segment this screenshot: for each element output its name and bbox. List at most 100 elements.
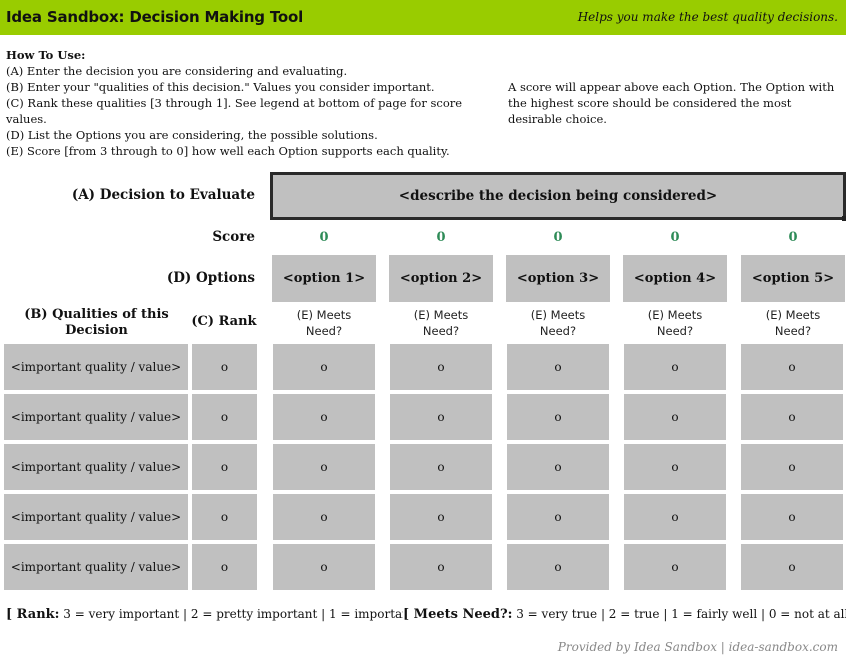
meets-need-value: o xyxy=(437,360,445,374)
meets-need-value: o xyxy=(437,410,445,424)
quality-input[interactable]: <important quality / value> xyxy=(4,544,188,590)
step-c: (C) Rank these qualities [3 through 1]. … xyxy=(6,96,463,126)
rank-value: o xyxy=(220,460,229,474)
options-label: (D) Options xyxy=(166,270,255,286)
meets-need-input[interactable]: o xyxy=(507,494,609,540)
meets-need-value: o xyxy=(671,510,679,524)
meets-need-input[interactable]: o xyxy=(741,444,843,490)
option-input-1[interactable]: <option 1> xyxy=(272,255,376,302)
option-score: 0 xyxy=(553,230,563,245)
meets-need-value: o xyxy=(320,560,328,574)
rank-value: o xyxy=(220,410,229,424)
meets-need-value: o xyxy=(788,560,796,574)
meets-need-value: o xyxy=(320,360,328,374)
rank-input[interactable]: o xyxy=(192,494,257,540)
meets-need-input[interactable]: o xyxy=(624,494,726,540)
rank-input[interactable]: o xyxy=(192,444,257,490)
meets-need-header: (E) Meets Need? xyxy=(765,308,821,338)
meets-need-input[interactable]: o xyxy=(624,394,726,440)
option-input-2[interactable]: <option 2> xyxy=(389,255,493,302)
rank-legend-text: 3 = very important | 2 = pretty importan… xyxy=(63,607,424,621)
rank-input[interactable]: o xyxy=(192,544,257,590)
meets-need-value: o xyxy=(320,460,328,474)
meets-need-value: o xyxy=(788,410,796,424)
score-label: Score xyxy=(212,229,255,245)
quality-input[interactable]: <important quality / value> xyxy=(4,394,188,440)
meets-need-value: o xyxy=(671,460,679,474)
decision-input[interactable]: <describe the decision being considered> xyxy=(270,172,846,221)
meets-need-value: o xyxy=(671,410,679,424)
score-note: A score will appear above each Option. T… xyxy=(508,80,835,126)
rank-input[interactable]: o xyxy=(192,344,257,390)
meets-need-input[interactable]: o xyxy=(390,344,492,390)
meets-need-input[interactable]: o xyxy=(507,544,609,590)
meets-need-header: (E) Meets Need? xyxy=(413,308,469,338)
cell-resize-handle[interactable] xyxy=(842,216,846,221)
decision-label: (A) Decision to Evaluate xyxy=(71,187,255,203)
meets-legend-text: 3 = very true | 2 = true | 1 = fairly we… xyxy=(516,607,846,621)
meets-need-input[interactable]: o xyxy=(390,394,492,440)
meets-legend: [ Meets Need?: 3 = very true | 2 = true … xyxy=(403,607,846,622)
rank-header: (C) Rank xyxy=(191,314,257,329)
meets-need-header: (E) Meets Need? xyxy=(296,308,352,338)
how-to-heading: How To Use: xyxy=(6,48,86,62)
meets-need-value: o xyxy=(554,510,562,524)
meets-need-input[interactable]: o xyxy=(741,394,843,440)
step-a: (A) Enter the decision you are consideri… xyxy=(6,64,348,78)
meets-need-value: o xyxy=(788,360,796,374)
quality-input[interactable]: <important quality / value> xyxy=(4,444,188,490)
meets-need-value: o xyxy=(671,360,679,374)
meets-need-value: o xyxy=(320,410,328,424)
option-score: 0 xyxy=(670,230,680,245)
option-input-3[interactable]: <option 3> xyxy=(506,255,610,302)
meets-need-input[interactable]: o xyxy=(507,344,609,390)
meets-need-input[interactable]: o xyxy=(741,544,843,590)
how-to-use: How To Use: (A) Enter the decision you a… xyxy=(6,47,476,159)
meets-need-input[interactable]: o xyxy=(624,444,726,490)
meets-need-value: o xyxy=(554,460,562,474)
meets-need-value: o xyxy=(320,510,328,524)
option-score: 0 xyxy=(319,230,329,245)
meets-need-input[interactable]: o xyxy=(624,344,726,390)
meets-need-value: o xyxy=(671,560,679,574)
footer-credit: Provided by Idea Sandbox | idea-sandbox.… xyxy=(557,640,838,654)
meets-need-input[interactable]: o xyxy=(390,444,492,490)
meets-need-value: o xyxy=(554,360,562,374)
meets-need-header: (E) Meets Need? xyxy=(647,308,703,338)
rank-value: o xyxy=(220,360,229,374)
meets-need-input[interactable]: o xyxy=(390,494,492,540)
meets-need-input[interactable]: o xyxy=(273,344,375,390)
meets-need-value: o xyxy=(437,460,445,474)
step-b: (B) Enter your "qualities of this decisi… xyxy=(6,80,435,94)
meets-need-input[interactable]: o xyxy=(273,544,375,590)
step-e: (E) Score [from 3 through to 0] how well… xyxy=(6,144,450,158)
qualities-header: (B) Qualities of this Decision xyxy=(24,307,169,338)
meets-need-value: o xyxy=(554,560,562,574)
rank-value: o xyxy=(220,560,229,574)
decision-tool-page: Idea Sandbox: Decision Making Tool Helps… xyxy=(0,0,846,659)
quality-input[interactable]: <important quality / value> xyxy=(4,494,188,540)
meets-need-input[interactable]: o xyxy=(273,394,375,440)
meets-need-input[interactable]: o xyxy=(507,444,609,490)
app-title: Idea Sandbox: Decision Making Tool xyxy=(6,8,304,26)
option-score: 0 xyxy=(436,230,446,245)
meets-need-input[interactable]: o xyxy=(741,494,843,540)
meets-need-input[interactable]: o xyxy=(273,494,375,540)
meets-need-input[interactable]: o xyxy=(741,344,843,390)
option-input-5[interactable]: <option 5> xyxy=(741,255,845,302)
tagline: Helps you make the best quality decision… xyxy=(577,10,838,24)
meets-legend-label: [ Meets Need?: xyxy=(403,607,513,622)
rank-input[interactable]: o xyxy=(192,394,257,440)
decision-value: <describe the decision being considered> xyxy=(398,188,718,204)
meets-need-input[interactable]: o xyxy=(624,544,726,590)
meets-need-input[interactable]: o xyxy=(390,544,492,590)
meets-need-value: o xyxy=(554,410,562,424)
meets-need-input[interactable]: o xyxy=(507,394,609,440)
meets-need-value: o xyxy=(788,460,796,474)
step-d: (D) List the Options you are considering… xyxy=(6,128,378,142)
meets-need-input[interactable]: o xyxy=(273,444,375,490)
rank-legend-label: [ Rank: xyxy=(6,607,60,622)
option-input-4[interactable]: <option 4> xyxy=(623,255,727,302)
quality-input[interactable]: <important quality / value> xyxy=(4,344,188,390)
meets-need-header: (E) Meets Need? xyxy=(530,308,586,338)
